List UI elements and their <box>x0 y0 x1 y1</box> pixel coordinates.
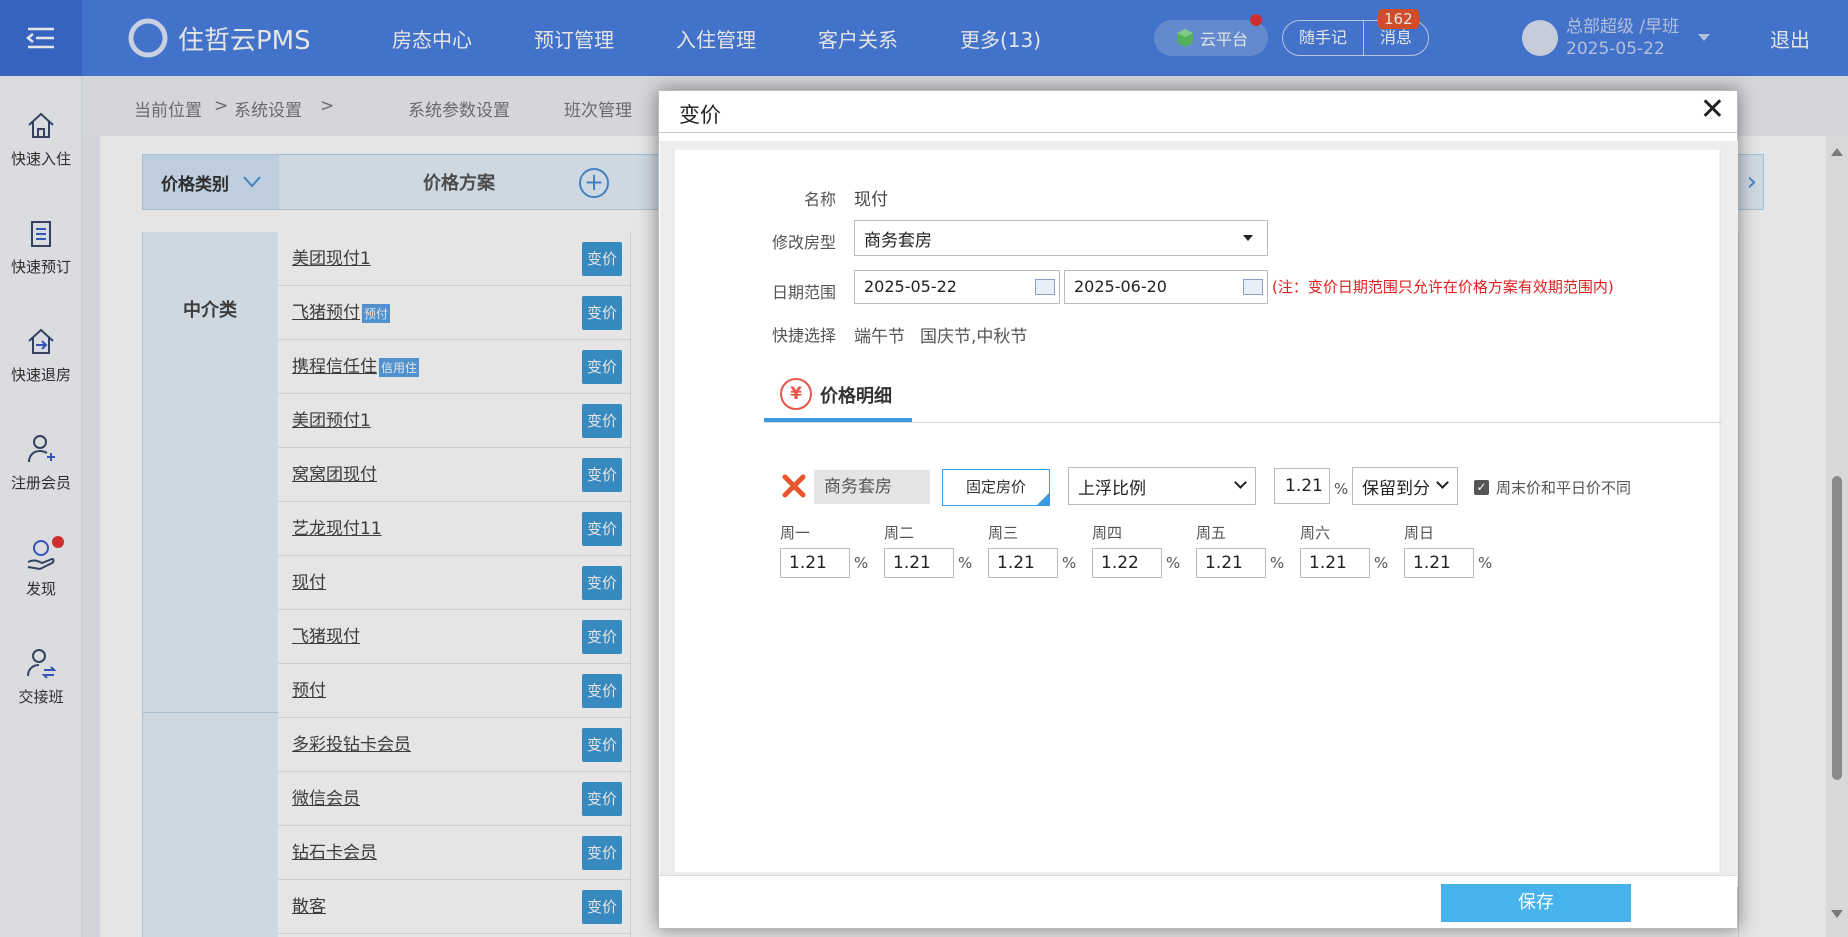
day-input-tue[interactable]: 1.21 <box>884 548 954 578</box>
day-input-mon[interactable]: 1.21 <box>780 548 850 578</box>
percent-sign: % <box>1374 554 1389 572</box>
dialog-body <box>673 149 1721 873</box>
day-input-sun[interactable]: 1.21 <box>1404 548 1474 578</box>
date-start-input[interactable]: 2025-05-22 <box>854 270 1060 304</box>
save-button[interactable]: 保存 <box>1441 884 1631 922</box>
dialog-header: 变价 ✕ <box>659 91 1737 133</box>
room-type-label: 修改房型 <box>772 233 837 252</box>
date-end-input[interactable]: 2025-06-20 <box>1064 270 1268 304</box>
tab-price-detail[interactable]: 价格明细 <box>820 382 892 408</box>
dialog-footer: 保存 <box>659 875 1737 928</box>
yuan-icon: ¥ <box>780 378 812 410</box>
percent-sign: % <box>1166 554 1181 572</box>
name-value: 现付 <box>854 190 888 210</box>
calendar-icon[interactable] <box>1243 279 1263 295</box>
day-input-sat[interactable]: 1.21 <box>1300 548 1370 578</box>
active-tab-indicator <box>764 418 912 422</box>
divider <box>764 422 1722 423</box>
percent-sign: % <box>854 554 869 572</box>
name-label: 名称 <box>804 190 837 209</box>
percent-sign: % <box>1062 554 1077 572</box>
day-input-fri[interactable]: 1.21 <box>1196 548 1266 578</box>
caret-down-icon <box>1243 235 1253 241</box>
room-type-select[interactable]: 商务套房 <box>854 220 1268 256</box>
fixed-price-toggle[interactable]: 固定房价 <box>942 469 1050 506</box>
percent-sign: % <box>1478 554 1493 572</box>
day-label-sat: 周六 <box>1300 524 1331 542</box>
remove-icon[interactable] <box>782 474 806 498</box>
day-input-thu[interactable]: 1.22 <box>1092 548 1162 578</box>
quick-option-dragon-boat[interactable]: 端午节 <box>854 322 905 347</box>
date-end-value: 2025-06-20 <box>1074 277 1167 296</box>
quick-option-national-day[interactable]: 国庆节,中秋节 <box>920 322 1027 347</box>
corner-mark-icon <box>1037 493 1049 505</box>
percent-sign: % <box>958 554 973 572</box>
percent-sign: % <box>1334 480 1349 498</box>
dialog-title: 变价 <box>679 103 721 127</box>
day-label-thu: 周四 <box>1092 524 1123 542</box>
date-range-note: (注：变价日期范围只允许在价格方案有效期范围内) <box>1272 278 1614 296</box>
adjust-mode-select[interactable]: 上浮比例 <box>1068 467 1256 505</box>
calendar-icon[interactable] <box>1035 279 1055 295</box>
day-input-wed[interactable]: 1.21 <box>988 548 1058 578</box>
close-icon[interactable]: ✕ <box>1700 95 1725 125</box>
rounding-value: 保留到分 <box>1362 478 1430 499</box>
weekend-diff-checkbox[interactable]: ✓ <box>1474 480 1489 495</box>
quick-select-label: 快捷选择 <box>772 326 837 345</box>
day-label-sun: 周日 <box>1404 524 1435 542</box>
day-label-mon: 周一 <box>780 524 811 542</box>
change-price-dialog: 变价 ✕ 保存 <box>658 90 1738 929</box>
day-label-wed: 周三 <box>988 524 1019 542</box>
date-range-label: 日期范围 <box>772 283 837 302</box>
chevron-down-icon <box>1234 476 1247 489</box>
weekend-diff-label: 周末价和平日价不同 <box>1496 479 1632 497</box>
percent-sign: % <box>1270 554 1285 572</box>
room-type-chip: 商务套房 <box>814 470 930 504</box>
fixed-price-label: 固定房价 <box>965 478 1026 496</box>
rounding-select[interactable]: 保留到分 <box>1352 467 1458 505</box>
adjust-mode-value: 上浮比例 <box>1078 478 1146 499</box>
room-type-value: 商务套房 <box>864 230 932 251</box>
percent-input[interactable]: 1.21 <box>1274 468 1330 504</box>
chevron-down-icon <box>1436 476 1449 489</box>
date-start-value: 2025-05-22 <box>864 277 957 296</box>
day-label-tue: 周二 <box>884 524 915 542</box>
day-label-fri: 周五 <box>1196 524 1227 542</box>
